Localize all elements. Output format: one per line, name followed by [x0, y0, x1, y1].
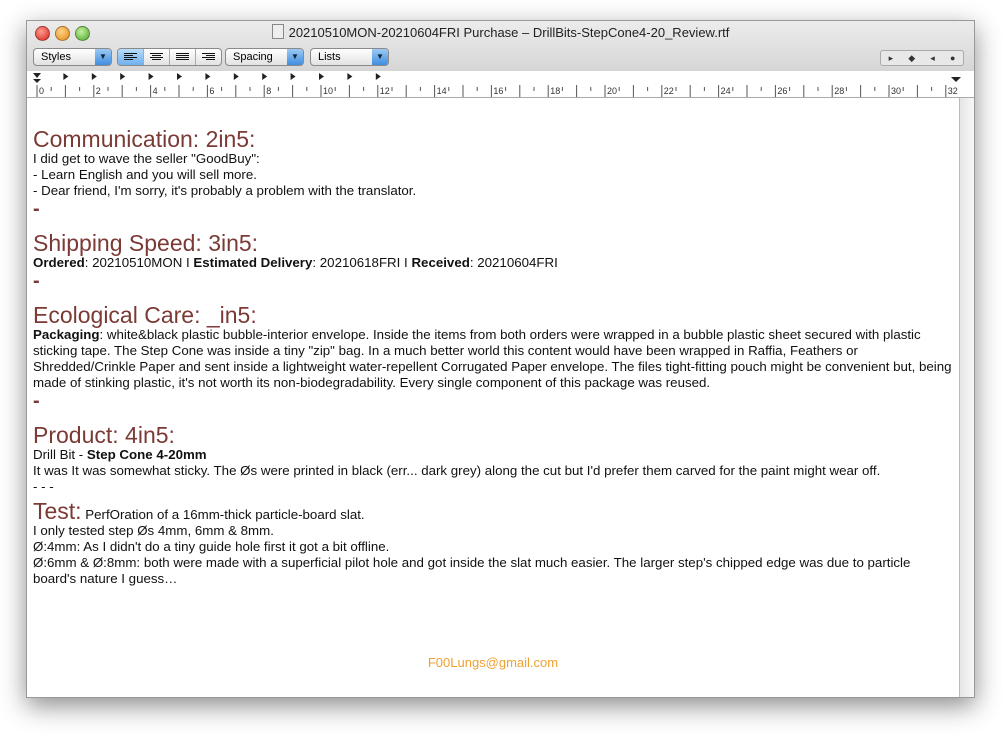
product-text: It was It was somewhat sticky. The Øs we… — [33, 463, 881, 478]
tab-stop-icon — [233, 73, 239, 80]
heading-ecological: Ecological Care: _in5: — [33, 302, 257, 328]
document-text[interactable]: Communication: 2in5: I did get to wave t… — [27, 98, 959, 697]
align-right-button[interactable] — [196, 49, 221, 65]
spacing-dropdown[interactable]: Spacing ▼ — [225, 48, 304, 66]
window-title: 20210510MON-20210604FRI Purchase – Drill… — [288, 25, 730, 40]
align-right-icon — [202, 53, 215, 60]
ruler-label: 2 — [95, 86, 101, 96]
chevron-down-icon: ▼ — [287, 49, 303, 65]
ruler-label: 24 — [720, 86, 731, 96]
tab-stop-icon — [347, 73, 353, 80]
styles-label: Styles — [41, 51, 71, 63]
vertical-scrollbar[interactable] — [959, 98, 974, 697]
heading-product: Product: 4in5: — [33, 422, 175, 448]
heading-shipping: Shipping Speed: 3in5: — [33, 230, 259, 256]
test-heading-line: Test: PerfOration of a 16mm-thick partic… — [33, 499, 953, 523]
ruler-label: 10 — [323, 86, 334, 96]
justify-icon — [176, 53, 189, 60]
separator: - — [33, 390, 40, 412]
tab-stop-icon — [177, 73, 182, 80]
product-name: Drill Bit - Step Cone 4-20mm — [33, 447, 207, 462]
ruler-label: 20 — [607, 86, 618, 96]
chevron-down-icon: ▼ — [95, 49, 111, 65]
tab-stops-control[interactable]: ▸ ◆ ◂ ● — [880, 50, 964, 66]
separator: - — [33, 270, 40, 292]
chevron-down-icon: ▼ — [372, 49, 388, 65]
tab-stop-icon — [148, 73, 154, 80]
heading-test: Test: — [33, 498, 82, 524]
tab-stop-icon — [319, 73, 324, 80]
ruler-label: 12 — [379, 86, 390, 96]
ruler[interactable]: 0 2 4 6 8 10 12 14 16 18 20 22 24 26 28 30 32 — [27, 71, 974, 98]
styles-dropdown[interactable]: Styles ▼ — [33, 48, 112, 66]
text-line: - Dear friend, I'm sorry, it's probably … — [33, 183, 417, 198]
ruler-label: 32 — [947, 86, 958, 96]
tab-stop-icon — [262, 73, 268, 80]
justify-button[interactable] — [170, 49, 196, 65]
text-line: Ø:6mm & Ø:8mm: both were made with a sup… — [33, 555, 911, 586]
email-link[interactable]: F00Lungs@gmail.com — [27, 655, 959, 671]
shipping-dates: Ordered: 20210510MON I Estimated Deliver… — [33, 255, 558, 270]
ruler-label: 16 — [493, 86, 504, 96]
ruler-label: 8 — [266, 86, 272, 96]
separator: - - - — [33, 479, 54, 494]
text-line: I did get to wave the seller "GoodBuy": — [33, 151, 260, 166]
packaging-paragraph: Packaging: white&black plastic bubble-in… — [33, 327, 952, 390]
tab-stop-icon — [91, 73, 97, 80]
lists-label: Lists — [318, 51, 341, 63]
alignment-control — [117, 48, 222, 66]
spacing-label: Spacing — [233, 51, 273, 63]
heading-communication: Communication: 2in5: — [33, 126, 256, 152]
tab-stop-icon — [63, 73, 69, 80]
tab-stop-icon — [120, 73, 126, 80]
ruler-label: 22 — [663, 86, 674, 96]
right-tab-icon[interactable]: ◂ — [930, 53, 935, 64]
ruler-label: 14 — [436, 86, 447, 96]
left-tab-icon[interactable]: ▸ — [889, 53, 894, 64]
ruler-label: 6 — [209, 86, 215, 96]
document-icon — [271, 24, 284, 39]
ruler-label: 18 — [550, 86, 561, 96]
ruler-label: 26 — [777, 86, 788, 96]
test-subtitle: PerfOration of a 16mm-thick particle-boa… — [81, 507, 365, 522]
document-window: 20210510MON-20210604FRI Purchase – Drill… — [26, 20, 975, 698]
ruler-label: 0 — [39, 86, 45, 96]
tab-stop-icon — [375, 73, 381, 80]
align-left-icon — [124, 53, 137, 60]
center-tab-icon[interactable]: ◆ — [908, 53, 915, 64]
separator: - — [33, 198, 40, 220]
text-line: Ø:4mm: As I didn't do a tiny guide hole … — [33, 539, 390, 554]
title-bar: 20210510MON-20210604FRI Purchase – Drill… — [27, 21, 974, 72]
ruler-label: 4 — [152, 86, 158, 96]
align-center-icon — [150, 53, 163, 60]
align-left-button[interactable] — [118, 49, 144, 65]
right-margin-icon — [951, 77, 961, 82]
align-center-button[interactable] — [144, 49, 170, 65]
lists-dropdown[interactable]: Lists ▼ — [310, 48, 389, 66]
tab-stop-icon — [290, 73, 296, 80]
ruler-label: 30 — [891, 86, 902, 96]
ruler-label: 28 — [834, 86, 845, 96]
decimal-tab-icon[interactable]: ● — [950, 53, 955, 63]
text-line: - Learn English and you will sell more. — [33, 167, 257, 182]
text-line: I only tested step Øs 4mm, 6mm & 8mm. — [33, 523, 274, 538]
tab-stop-icon — [205, 73, 211, 80]
indent-marker-icon — [33, 73, 41, 83]
